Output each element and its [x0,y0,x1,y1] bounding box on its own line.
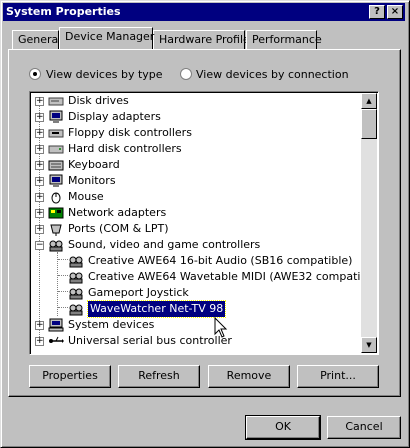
mouse-cursor-icon [214,317,228,338]
tree-connector [58,275,68,276]
vertical-scrollbar[interactable]: ▲ ▼ [361,93,377,353]
view-by-type-label[interactable]: View devices by type [46,68,163,81]
expand-icon[interactable]: + [35,145,44,154]
sound-device-icon [69,272,83,284]
expand-icon[interactable]: + [35,161,44,170]
expand-icon[interactable]: + [35,209,44,218]
device-tree-label[interactable]: Creative AWE64 16-bit Audio (SB16 compat… [88,253,352,269]
expand-icon[interactable]: + [35,193,44,202]
device-tree-label[interactable]: Ports (COM & LPT) [68,221,169,237]
scroll-thumb[interactable] [361,109,377,139]
usb-icon [49,336,64,343]
radio-selected-dot [33,72,37,76]
window-title: System Properties [6,5,121,18]
collapse-icon[interactable]: − [35,241,44,250]
disk-drive-icon [48,97,64,106]
device-tree-label[interactable]: Universal serial bus controller [68,333,232,349]
computer-icon [48,318,64,332]
tab-performance[interactable]: Performance [246,30,322,49]
properties-button[interactable]: Properties [29,365,111,388]
keyboard-icon [48,160,64,171]
hard-disk-controller-icon [48,145,64,154]
network-adapter-icon [48,207,64,219]
sound-device-icon [69,304,83,316]
device-tree-label[interactable]: Display adapters [68,109,161,125]
sound-device-icon [69,256,83,268]
cancel-button[interactable]: Cancel [327,416,401,439]
close-button[interactable]: × [387,5,403,19]
tab-general[interactable]: General [12,30,61,49]
monitor-icon [49,110,63,123]
sound-controller-icon [49,240,63,252]
ok-button[interactable]: OK [245,415,321,440]
print-button[interactable]: Print... [297,365,379,388]
mouse-icon [51,192,61,204]
expand-icon[interactable]: + [35,97,44,106]
expand-icon[interactable]: + [35,321,44,330]
title-bar[interactable]: System Properties ? × [3,3,405,21]
tab-device-manager[interactable]: Device Manager [59,27,154,49]
expand-icon[interactable]: + [35,129,44,138]
view-by-type-radio[interactable] [29,68,41,80]
device-tree-label[interactable]: Floppy disk controllers [68,125,192,141]
tab-hardware-profiles[interactable]: Hardware Profiles [153,30,256,49]
device-tree-label[interactable]: System devices [68,317,154,333]
device-tree-label[interactable]: Mouse [68,189,104,205]
port-icon [50,224,62,236]
remove-button[interactable]: Remove [208,365,290,388]
device-tree-label[interactable]: Sound, video and game controllers [68,237,260,253]
sound-device-icon [69,288,83,300]
refresh-button[interactable]: Refresh [118,365,200,388]
expand-icon[interactable]: + [35,225,44,234]
view-by-connection-label[interactable]: View devices by connection [196,68,349,81]
expand-icon[interactable]: + [35,337,44,346]
tree-connector [58,307,68,308]
tree-connector [58,291,68,292]
view-by-connection-radio[interactable] [180,68,192,80]
scroll-up-button[interactable]: ▲ [361,93,377,109]
tree-connector [58,259,68,260]
device-tree-label[interactable]: Creative AWE64 Wavetable MIDI (AWE32 com… [88,269,378,285]
device-tree-label[interactable]: Gameport Joystick [88,285,189,301]
help-button[interactable]: ? [369,5,385,19]
device-tree-label[interactable]: WaveWatcher Net-TV 98 [86,300,227,318]
monitor-icon [49,174,63,187]
expand-icon[interactable]: + [35,177,44,186]
floppy-controller-icon [48,129,64,138]
device-tree-label[interactable]: Hard disk controllers [68,141,182,157]
device-tree-label[interactable]: Keyboard [68,157,120,173]
device-tree-label[interactable]: Disk drives [68,93,129,109]
device-tree-label[interactable]: Network adapters [68,205,166,221]
expand-icon[interactable]: + [35,113,44,122]
device-tree-label[interactable]: Monitors [68,173,116,189]
scroll-down-button[interactable]: ▼ [361,337,377,353]
device-tree[interactable]: + Disk drives + Display adapters + Floppy dis… [29,91,379,355]
